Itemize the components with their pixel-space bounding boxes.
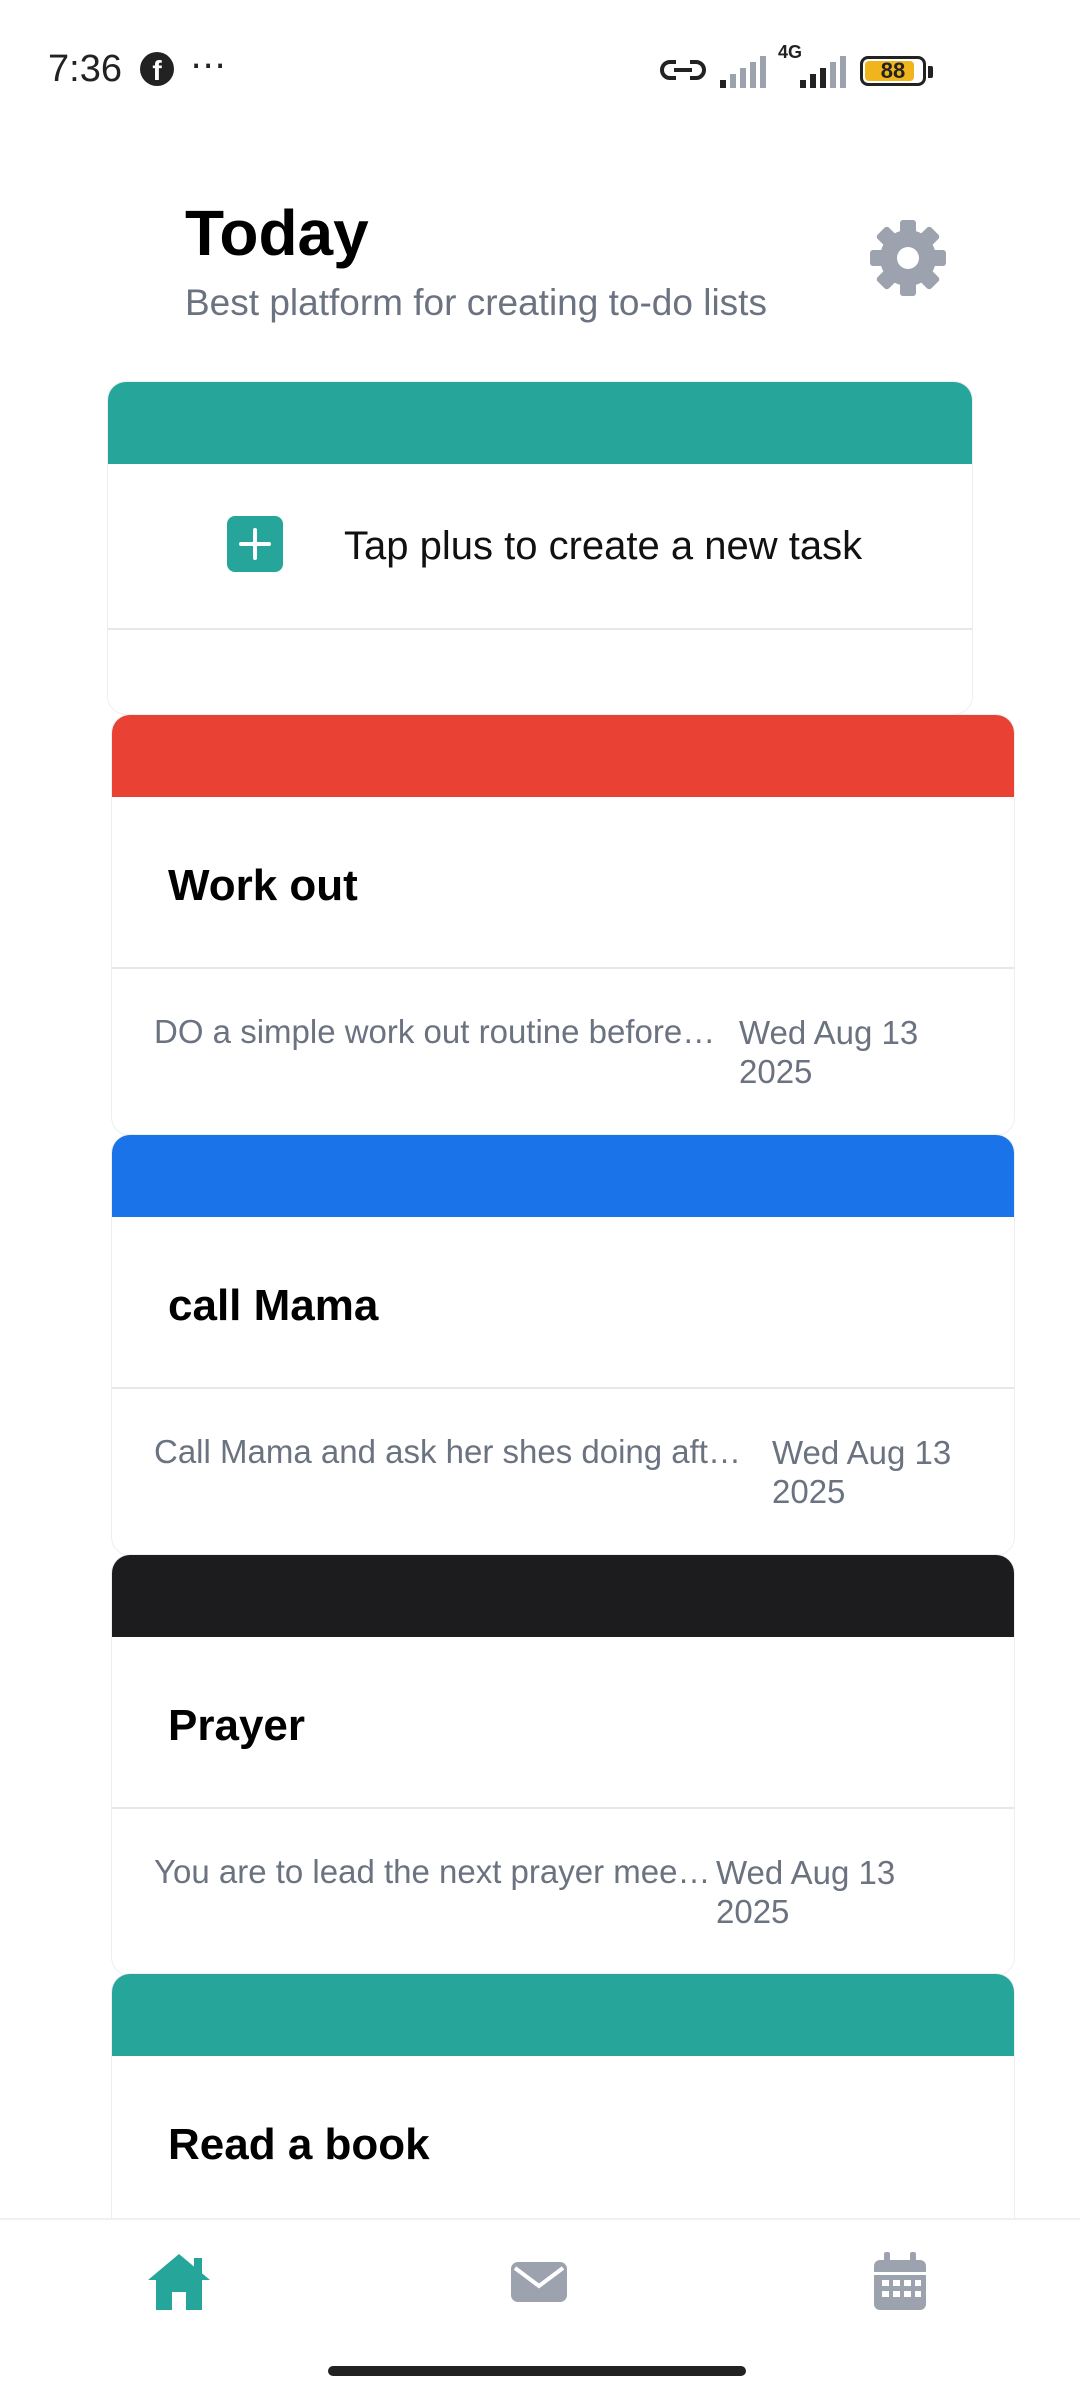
task-description: DO a simple work out routine before 1…	[154, 1013, 722, 1050]
more-dots-icon: ⋯	[190, 44, 228, 85]
home-icon	[148, 2254, 210, 2310]
card-color-band	[112, 715, 1014, 797]
status-time: 7:36	[48, 48, 122, 90]
battery-icon: 88	[860, 56, 926, 86]
task-title: Prayer	[168, 1701, 306, 1750]
home-indicator[interactable]	[328, 2366, 746, 2376]
new-task-card[interactable]: Tap plus to create a new task	[108, 382, 972, 714]
task-card[interactable]: Prayer You are to lead the next prayer m…	[112, 1555, 1014, 1975]
task-date: Wed Aug 13 2025	[739, 1014, 919, 1090]
task-title-row: call Mama	[112, 1217, 1014, 1389]
plus-icon[interactable]	[227, 516, 283, 572]
task-title: Work out	[168, 861, 358, 910]
facebook-icon: f	[140, 52, 174, 86]
task-title: call Mama	[168, 1281, 379, 1330]
battery-level: 88	[880, 58, 906, 83]
task-title: Read a book	[168, 2120, 430, 2169]
status-bar: 7:36 f ⋯ 4G 88	[0, 0, 1080, 140]
task-description: You are to lead the next prayer meeti…	[154, 1853, 714, 1890]
signal-icon	[720, 56, 766, 88]
gear-icon	[870, 220, 946, 296]
card-color-band	[112, 1555, 1014, 1637]
link-icon	[660, 60, 706, 80]
card-color-band	[112, 1135, 1014, 1217]
task-meta: You are to lead the next prayer meeti… W…	[112, 1809, 1014, 1975]
nav-calendar[interactable]	[866, 2250, 936, 2314]
nav-messages[interactable]	[505, 2250, 575, 2314]
task-card[interactable]: Work out DO a simple work out routine be…	[112, 715, 1014, 1135]
new-task-row[interactable]: Tap plus to create a new task	[108, 464, 972, 630]
page-title: Today	[185, 197, 369, 269]
task-card[interactable]: call Mama Call Mama and ask her shes doi…	[112, 1135, 1014, 1555]
task-title-row: Prayer	[112, 1637, 1014, 1809]
new-task-label: Tap plus to create a new task	[344, 524, 863, 568]
calendar-icon	[874, 2252, 926, 2310]
card-color-band	[108, 382, 972, 464]
network-label: 4G	[778, 42, 803, 62]
nav-home[interactable]	[144, 2250, 214, 2314]
screen: 7:36 f ⋯ 4G 88 Today Best platform for c…	[0, 0, 1080, 2400]
settings-button[interactable]	[866, 216, 950, 300]
page-subtitle: Best platform for creating to-do lists	[185, 282, 767, 323]
task-title-row: Work out	[112, 797, 1014, 969]
task-date: Wed Aug 13 2025	[772, 1434, 952, 1510]
task-meta: DO a simple work out routine before 1… W…	[112, 969, 1014, 1135]
card-color-band	[112, 1974, 1014, 2056]
task-date: Wed Aug 13 2025	[716, 1854, 896, 1930]
task-title-row: Read a book	[112, 2056, 1014, 2228]
task-description: Call Mama and ask her shes doing after …	[154, 1433, 758, 1470]
mail-icon	[511, 2262, 567, 2302]
task-meta: Call Mama and ask her shes doing after ……	[112, 1389, 1014, 1555]
